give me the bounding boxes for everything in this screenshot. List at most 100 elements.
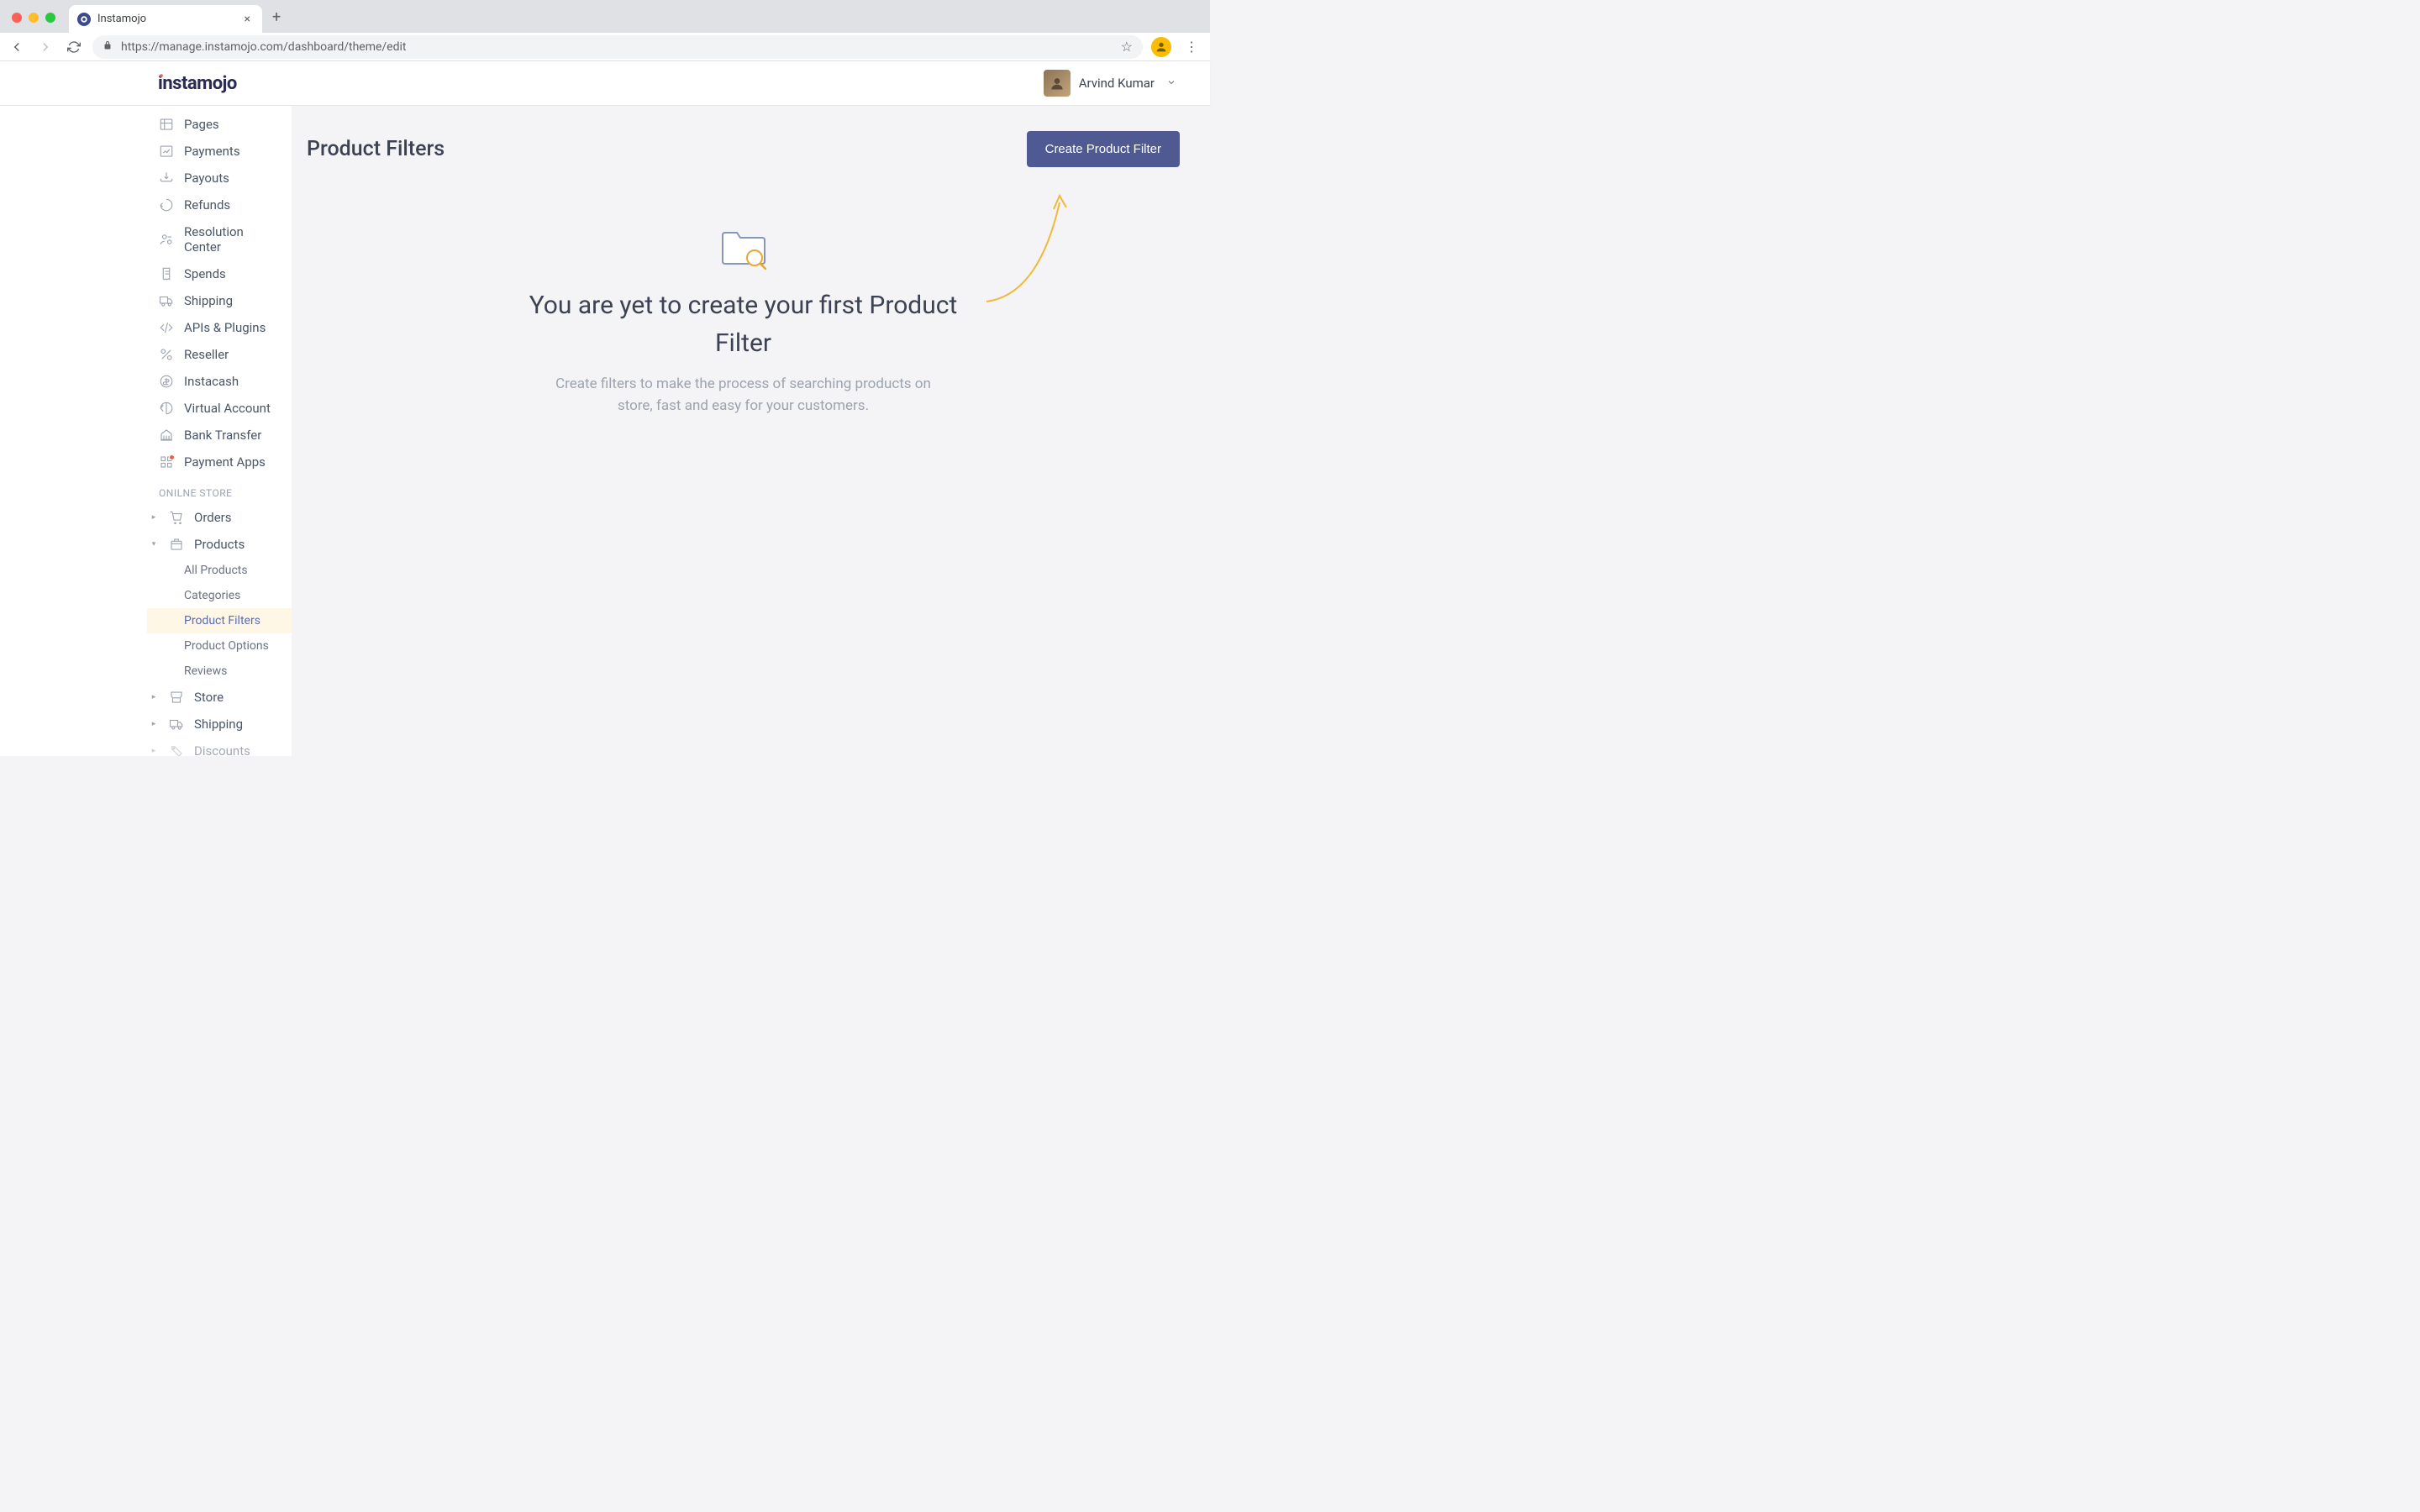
sidebar-item-payouts[interactable]: Payouts — [147, 165, 292, 192]
sidebar-item-virtual-account[interactable]: Virtual Account — [147, 395, 292, 422]
caret-icon: ▸ — [149, 693, 159, 701]
sidebar-item-payment-apps[interactable]: Payment Apps — [147, 449, 292, 475]
notification-badge — [169, 454, 175, 460]
folder-search-icon — [718, 224, 769, 271]
main-header: Product Filters Create Product Filter — [307, 131, 1180, 167]
user-name: Arvind Kumar — [1079, 76, 1155, 91]
sidebar-item-label: Store — [194, 690, 224, 705]
empty-state: You are yet to create your first Product… — [307, 192, 1180, 417]
truck-icon — [169, 717, 184, 732]
caret-icon: ▸ — [149, 720, 159, 728]
empty-state-description: Create filters to make the process of se… — [550, 374, 937, 417]
discount-icon — [169, 743, 184, 756]
sidebar-item-apis-plugins[interactable]: APIs & Plugins — [147, 314, 292, 341]
tab-favicon — [77, 13, 91, 26]
lock-icon — [103, 40, 113, 53]
sidebar-item-label: Shipping — [194, 717, 243, 732]
resolution-icon — [159, 232, 174, 247]
reload-button[interactable] — [64, 37, 84, 57]
minimize-window-button[interactable] — [29, 13, 39, 23]
sidebar-subitem-product-options[interactable]: Product Options — [147, 633, 292, 659]
caret-icon: ▸ — [149, 747, 159, 755]
chevron-down-icon — [1166, 77, 1176, 90]
back-button[interactable] — [7, 37, 27, 57]
tab-title: Instamojo — [97, 13, 234, 25]
sidebar-item-label: Instacash — [184, 374, 239, 389]
sidebar-item-spends[interactable]: Spends — [147, 260, 292, 287]
sidebar-item-resolution-center[interactable]: Resolution Center — [147, 218, 292, 260]
new-tab-button[interactable]: + — [262, 8, 291, 33]
bank-icon — [159, 428, 174, 443]
sidebar-item-payments[interactable]: Payments — [147, 138, 292, 165]
sidebar-item-pages[interactable]: Pages — [147, 111, 292, 138]
refund-icon — [159, 197, 174, 213]
sidebar-item-products[interactable]: ▾ Products — [147, 531, 292, 558]
orders-icon — [169, 510, 184, 525]
forward-button[interactable] — [35, 37, 55, 57]
percent-icon — [159, 347, 174, 362]
close-window-button[interactable] — [12, 13, 22, 23]
sidebar-item-label: Payments — [184, 144, 240, 159]
cash-icon — [159, 374, 174, 389]
window-controls — [8, 13, 62, 33]
chart-icon — [159, 144, 174, 159]
sidebar-item-label: Pages — [184, 117, 219, 132]
logo[interactable]: • instamojo — [158, 73, 237, 94]
sidebar-item-label: Payment Links — [184, 106, 266, 107]
sidebar-item-store[interactable]: ▸ Store — [147, 684, 292, 711]
page-title: Product Filters — [307, 137, 445, 161]
maximize-window-button[interactable] — [45, 13, 55, 23]
sidebar-item-label: Payouts — [184, 171, 229, 186]
address-bar[interactable]: https://manage.instamojo.com/dashboard/t… — [92, 35, 1143, 59]
sidebar-item-shipping[interactable]: Shipping — [147, 287, 292, 314]
empty-state-title: You are yet to create your first Product… — [525, 286, 962, 362]
create-product-filter-button[interactable]: Create Product Filter — [1027, 131, 1180, 167]
sidebar-item-label: Resolution Center — [184, 224, 283, 255]
sidebar-item-reseller[interactable]: Reseller — [147, 341, 292, 368]
sidebar-item-label: Products — [194, 537, 245, 552]
sidebar-item-label: Bank Transfer — [184, 428, 261, 443]
sidebar-item-refunds[interactable]: Refunds — [147, 192, 292, 218]
browser-tab-bar: Instamojo × + — [0, 0, 1210, 33]
browser-tab[interactable]: Instamojo × — [69, 5, 262, 33]
virtual-icon — [159, 401, 174, 416]
main-content: Product Filters Create Product Filter Yo… — [292, 106, 1210, 756]
browser-menu-button[interactable]: ⋮ — [1180, 39, 1203, 55]
url-text: https://manage.instamojo.com/dashboard/t… — [121, 40, 1113, 54]
sidebar-item-label: Payment Apps — [184, 454, 266, 470]
caret-icon: ▾ — [149, 540, 159, 549]
sidebar-item-label: APIs & Plugins — [184, 320, 266, 335]
browser-toolbar: https://manage.instamojo.com/dashboard/t… — [0, 33, 1210, 61]
receipt-icon — [159, 266, 174, 281]
tab-close-button[interactable]: × — [241, 13, 254, 26]
sidebar-item-label: Discounts — [194, 743, 250, 756]
truck-icon — [159, 293, 174, 308]
payout-icon — [159, 171, 174, 186]
sidebar-subitem-reviews[interactable]: Reviews — [147, 659, 292, 684]
sidebar-item-label: Orders — [194, 510, 232, 525]
arrow-illustration — [980, 186, 1072, 307]
code-icon — [159, 320, 174, 335]
browser-profile-button[interactable] — [1151, 37, 1171, 57]
sidebar-item-orders[interactable]: ▸ Orders — [147, 504, 292, 531]
sidebar-item-label: Spends — [184, 266, 226, 281]
sidebar-subitem-all-products[interactable]: All Products — [147, 558, 292, 583]
store-icon — [169, 690, 184, 705]
sidebar-item-label: Shipping — [184, 293, 233, 308]
user-menu[interactable]: Arvind Kumar — [1044, 70, 1176, 97]
pages-icon — [159, 117, 174, 132]
sidebar: Payment Links Pages Payments Payouts Ref… — [0, 106, 292, 756]
sidebar-item-discounts[interactable]: ▸ Discounts — [147, 738, 292, 756]
app-header: • instamojo Arvind Kumar — [0, 61, 1210, 106]
sidebar-subitem-product-filters[interactable]: Product Filters — [147, 608, 292, 633]
sidebar-item-label: Reseller — [184, 347, 229, 362]
sidebar-section-label: ONILNE STORE — [147, 475, 292, 504]
sidebar-item-bank-transfer[interactable]: Bank Transfer — [147, 422, 292, 449]
sidebar-subitem-categories[interactable]: Categories — [147, 583, 292, 608]
sidebar-item-label: Virtual Account — [184, 401, 271, 416]
sidebar-item-instacash[interactable]: Instacash — [147, 368, 292, 395]
bookmark-button[interactable]: ☆ — [1121, 39, 1133, 55]
products-icon — [169, 537, 184, 552]
sidebar-item-label: Refunds — [184, 197, 230, 213]
sidebar-item-shipping-store[interactable]: ▸ Shipping — [147, 711, 292, 738]
